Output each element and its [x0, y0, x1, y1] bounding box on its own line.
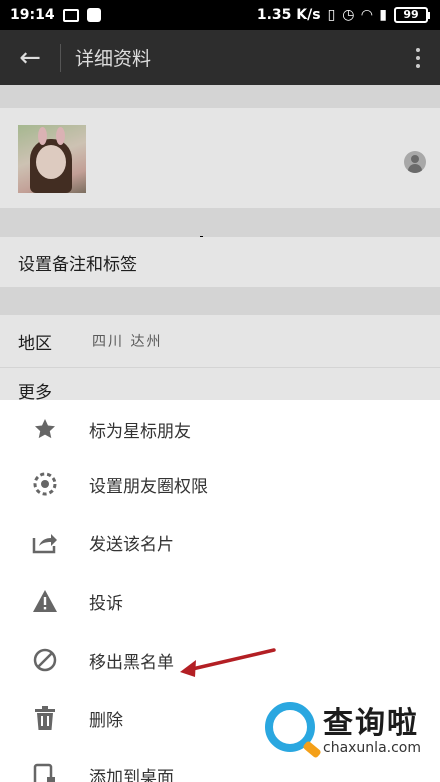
share-icon [32, 529, 58, 555]
more-vertical-icon [416, 47, 420, 52]
watermark-title: 查询啦 [323, 706, 419, 741]
menu-item-label: 移出黑名单 [89, 652, 174, 673]
app-bar: ← 详细资料 [0, 30, 440, 85]
wifi-icon: ◠ [361, 7, 373, 23]
status-bar: 19:14 1.35 K/s ▯ ◷ ◠ ▮ 99 [0, 0, 440, 30]
app-bar-divider [60, 43, 61, 72]
menu-item-label: 发送该名片 [89, 534, 174, 555]
vibrate-icon: ▯ [327, 7, 336, 23]
network-speed: 1.35 K/s [256, 7, 321, 23]
arrow-left-icon: ← [19, 42, 41, 73]
menu-item-moments-permission[interactable]: 设置朋友圈权限 [0, 455, 440, 513]
menu-item-report[interactable]: 投诉 [0, 572, 440, 630]
app-notification-icon [86, 8, 101, 22]
block-icon [32, 647, 58, 673]
image-notification-icon [62, 8, 79, 22]
battery-icon: 99 [394, 7, 430, 23]
menu-item-label: 添加到桌面 [89, 767, 174, 782]
menu-item-label: 标为星标朋友 [89, 421, 191, 442]
signal-icon: ▮ [379, 7, 387, 23]
menu-item-label: 删除 [89, 710, 123, 731]
status-time: 19:14 [10, 7, 55, 23]
add-to-desktop-icon [32, 762, 58, 782]
menu-item-label: 投诉 [89, 593, 123, 614]
back-button[interactable]: ← [0, 30, 60, 85]
star-icon [32, 416, 58, 442]
watermark-logo: 查询啦 chaxunla.com [265, 698, 437, 764]
menu-item-send-card[interactable]: 发送该名片 [0, 513, 440, 571]
more-options-button[interactable] [396, 30, 440, 85]
annotation-arrow [180, 648, 276, 677]
aperture-icon [32, 471, 58, 497]
page-title: 详细资料 [75, 48, 152, 70]
watermark-url: chaxunla.com [323, 740, 421, 756]
battery-level: 99 [394, 7, 428, 23]
search-logo-icon [265, 702, 315, 752]
warning-icon [32, 588, 58, 614]
dim-overlay[interactable] [0, 85, 440, 400]
trash-icon [32, 705, 58, 731]
menu-item-star-friend[interactable]: 标为星标朋友 [0, 400, 440, 458]
menu-item-label: 设置朋友圈权限 [89, 476, 208, 497]
alarm-icon: ◷ [342, 7, 355, 23]
